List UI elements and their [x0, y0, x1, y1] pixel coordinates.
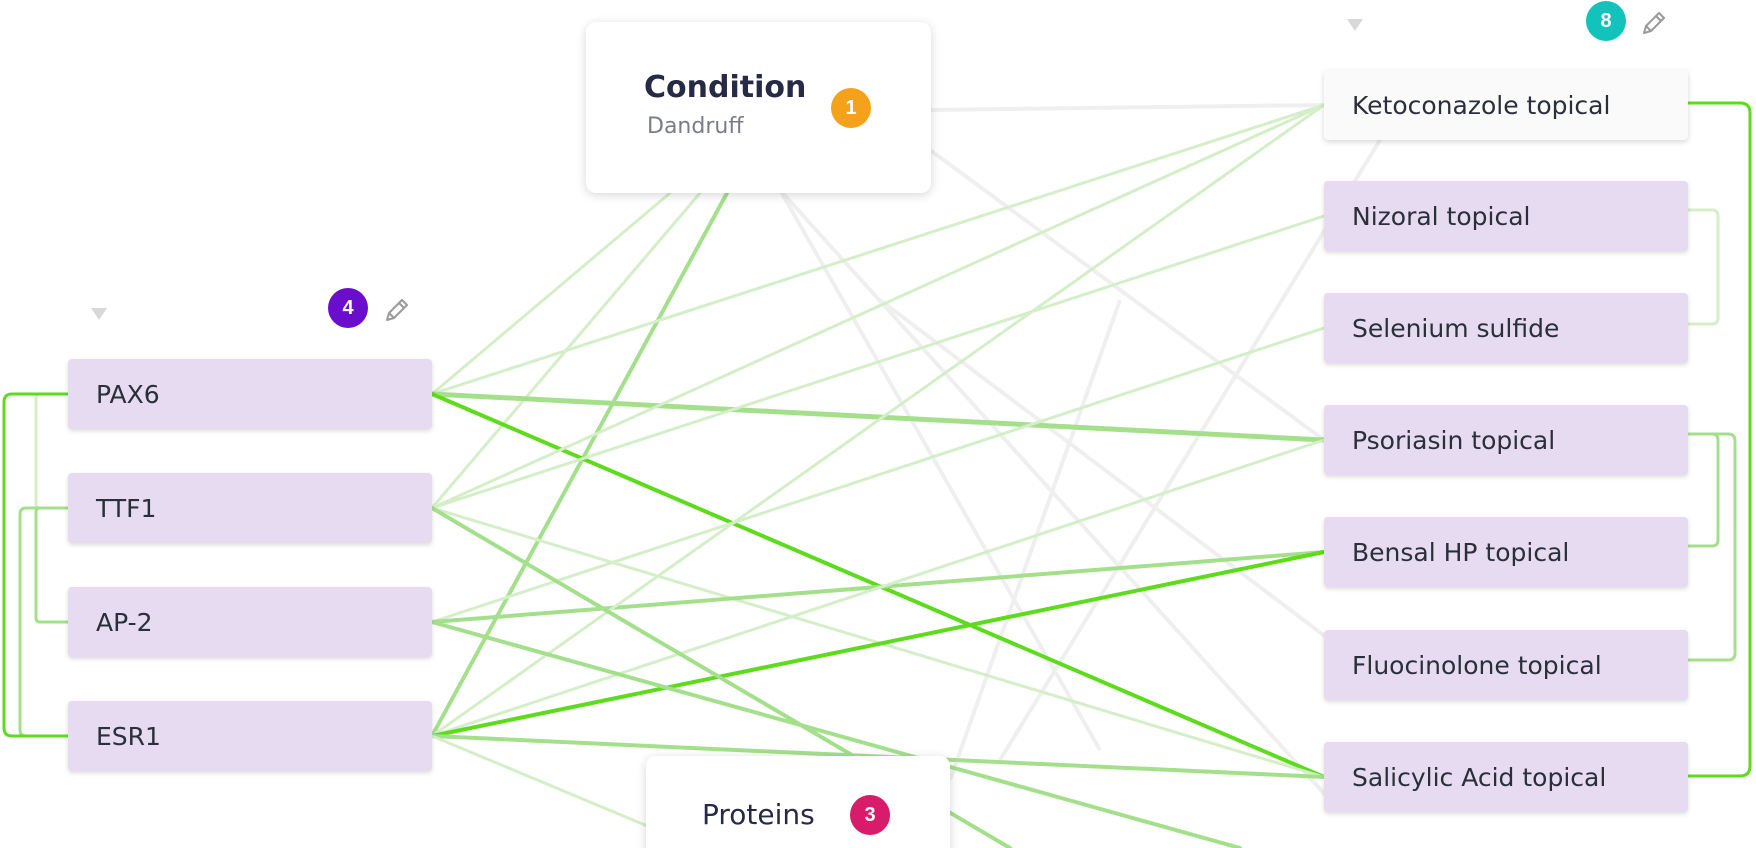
drug-node-psoriasin-topical[interactable]: Psoriasin topical — [1324, 405, 1688, 475]
background-edge — [998, 138, 1382, 762]
protein-bracket-edge — [34, 506, 70, 624]
protein-bracket-edge — [34, 392, 70, 510]
drug-node-salicylic-acid-topical[interactable]: Salicylic Acid topical — [1324, 742, 1688, 812]
drug-group-edit-pencil-icon[interactable] — [1638, 7, 1670, 39]
protein-group-badge: 4 — [328, 288, 368, 328]
protein-group-collapse-icon[interactable] — [91, 308, 107, 320]
proteins-card[interactable]: Proteins 3 — [646, 756, 950, 848]
condition-badge: 1 — [831, 88, 871, 128]
protein-group-edit-pencil-icon[interactable] — [381, 294, 413, 326]
drug-node-ketoconazole-topical[interactable]: Ketoconazole topical — [1324, 70, 1688, 140]
protein-node-ttf1[interactable]: TTF1 — [68, 473, 432, 543]
drug-group-badge: 8 — [1586, 1, 1626, 41]
condition-title: Condition — [644, 70, 807, 105]
drug-bracket-edge — [1686, 208, 1720, 326]
protein-node-ap-2[interactable]: AP-2 — [68, 587, 432, 657]
proteins-title: Proteins — [702, 798, 815, 831]
network-canvas[interactable]: Condition Dandruff 1 Proteins 3 4 8 PAX6… — [0, 0, 1756, 848]
protein-drug-edge — [429, 391, 1327, 443]
background-edge — [778, 189, 1102, 751]
protein-drug-edge — [430, 214, 1326, 510]
background-edge — [778, 188, 1332, 802]
drug-node-fluocinolone-topical[interactable]: Fluocinolone topical — [1324, 630, 1688, 700]
condition-subtitle: Dandruff — [647, 114, 744, 139]
protein-node-pax6[interactable]: PAX6 — [68, 359, 432, 429]
protein-node-esr1[interactable]: ESR1 — [68, 701, 432, 771]
condition-card[interactable]: Condition Dandruff 1 — [586, 22, 931, 193]
proteins-badge: 3 — [850, 795, 890, 835]
drug-group-collapse-icon[interactable] — [1347, 19, 1363, 31]
drug-node-bensal-hp-topical[interactable]: Bensal HP topical — [1324, 517, 1688, 587]
drug-node-nizoral-topical[interactable]: Nizoral topical — [1324, 181, 1688, 251]
background-edge — [929, 103, 1325, 112]
drug-node-selenium-sulfide[interactable]: Selenium sulfide — [1324, 293, 1688, 363]
drug-bracket-edge — [1686, 432, 1720, 548]
